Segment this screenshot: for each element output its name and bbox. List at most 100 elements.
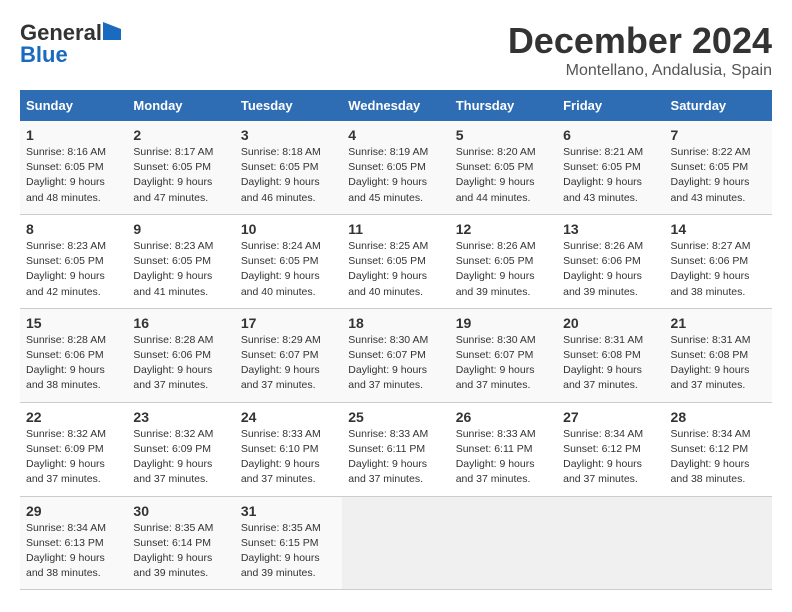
calendar-cell bbox=[342, 496, 449, 590]
calendar-title: December 2024 bbox=[508, 20, 772, 62]
calendar-cell: 19Sunrise: 8:30 AM Sunset: 6:07 PM Dayli… bbox=[450, 308, 557, 402]
day-number: 23 bbox=[133, 409, 228, 425]
day-number: 30 bbox=[133, 503, 228, 519]
day-number: 24 bbox=[241, 409, 336, 425]
header-monday: Monday bbox=[127, 90, 234, 121]
day-info: Sunrise: 8:16 AM Sunset: 6:05 PM Dayligh… bbox=[26, 145, 121, 206]
header-row: Sunday Monday Tuesday Wednesday Thursday… bbox=[20, 90, 772, 121]
calendar-cell: 2 Sunrise: 8:17 AM Sunset: 6:05 PM Daylig… bbox=[127, 121, 234, 214]
calendar-week-1: 1 Sunrise: 8:16 AM Sunset: 6:05 PM Daylig… bbox=[20, 121, 772, 214]
calendar-week-4: 22 Sunrise: 8:32 AM Sunset: 6:09 PM Dayli… bbox=[20, 402, 772, 496]
day-number: 3 bbox=[241, 127, 336, 143]
day-number: 25 bbox=[348, 409, 443, 425]
calendar-cell: 15 Sunrise: 8:28 AM Sunset: 6:06 PM Dayli… bbox=[20, 308, 127, 402]
day-number: 31 bbox=[241, 503, 336, 519]
calendar-cell: 22 Sunrise: 8:32 AM Sunset: 6:09 PM Dayli… bbox=[20, 402, 127, 496]
calendar-table: Sunday Monday Tuesday Wednesday Thursday… bbox=[20, 90, 772, 590]
calendar-cell bbox=[557, 496, 664, 590]
day-number: 21 bbox=[671, 315, 766, 331]
day-number: 29 bbox=[26, 503, 121, 519]
day-info: Sunrise: 8:30 AM Sunset: 6:07 PM Dayligh… bbox=[456, 333, 551, 394]
calendar-cell: 28 Sunrise: 8:34 AM Sunset: 6:12 PM Dayli… bbox=[665, 402, 772, 496]
calendar-cell: 11 Sunrise: 8:25 AM Sunset: 6:05 PM Dayli… bbox=[342, 214, 449, 308]
calendar-cell: 31 Sunrise: 8:35 AM Sunset: 6:15 PM Dayli… bbox=[235, 496, 342, 590]
calendar-cell: 21 Sunrise: 8:31 AM Sunset: 6:08 PM Dayli… bbox=[665, 308, 772, 402]
calendar-cell: 14Sunrise: 8:27 AM Sunset: 6:06 PM Dayli… bbox=[665, 214, 772, 308]
calendar-cell: 1 Sunrise: 8:16 AM Sunset: 6:05 PM Daylig… bbox=[20, 121, 127, 214]
day-info: Sunrise: 8:25 AM Sunset: 6:05 PM Dayligh… bbox=[348, 239, 443, 300]
logo: General Blue bbox=[20, 20, 121, 68]
calendar-cell: 13Sunrise: 8:26 AM Sunset: 6:06 PM Dayli… bbox=[557, 214, 664, 308]
header-thursday: Thursday bbox=[450, 90, 557, 121]
calendar-cell: 16Sunrise: 8:28 AM Sunset: 6:06 PM Dayli… bbox=[127, 308, 234, 402]
calendar-cell: 8 Sunrise: 8:23 AM Sunset: 6:05 PM Daylig… bbox=[20, 214, 127, 308]
calendar-week-3: 15 Sunrise: 8:28 AM Sunset: 6:06 PM Dayli… bbox=[20, 308, 772, 402]
calendar-cell: 27 Sunrise: 8:34 AM Sunset: 6:12 PM Dayli… bbox=[557, 402, 664, 496]
calendar-cell: 4 Sunrise: 8:19 AM Sunset: 6:05 PM Daylig… bbox=[342, 121, 449, 214]
day-info: Sunrise: 8:17 AM Sunset: 6:05 PM Dayligh… bbox=[133, 145, 228, 206]
day-info: Sunrise: 8:34 AM Sunset: 6:13 PM Dayligh… bbox=[26, 521, 121, 582]
day-info: Sunrise: 8:20 AM Sunset: 6:05 PM Dayligh… bbox=[456, 145, 551, 206]
header-sunday: Sunday bbox=[20, 90, 127, 121]
calendar-cell: 25 Sunrise: 8:33 AM Sunset: 6:11 PM Dayli… bbox=[342, 402, 449, 496]
day-number: 4 bbox=[348, 127, 443, 143]
day-info: Sunrise: 8:24 AM Sunset: 6:05 PM Dayligh… bbox=[241, 239, 336, 300]
day-info: Sunrise: 8:23 AM Sunset: 6:05 PM Dayligh… bbox=[26, 239, 121, 300]
day-info: Sunrise: 8:32 AM Sunset: 6:09 PM Dayligh… bbox=[26, 427, 121, 488]
day-number: 7 bbox=[671, 127, 766, 143]
calendar-cell: 18 Sunrise: 8:30 AM Sunset: 6:07 PM Dayli… bbox=[342, 308, 449, 402]
day-info: Sunrise: 8:28 AM Sunset: 6:06 PM Dayligh… bbox=[133, 333, 228, 394]
calendar-cell: 26Sunrise: 8:33 AM Sunset: 6:11 PM Dayli… bbox=[450, 402, 557, 496]
day-info: Sunrise: 8:21 AM Sunset: 6:05 PM Dayligh… bbox=[563, 145, 658, 206]
day-info: Sunrise: 8:22 AM Sunset: 6:05 PM Dayligh… bbox=[671, 145, 766, 206]
day-info: Sunrise: 8:33 AM Sunset: 6:10 PM Dayligh… bbox=[241, 427, 336, 488]
day-info: Sunrise: 8:29 AM Sunset: 6:07 PM Dayligh… bbox=[241, 333, 336, 394]
logo-blue: Blue bbox=[20, 42, 68, 68]
day-number: 2 bbox=[133, 127, 228, 143]
day-info: Sunrise: 8:26 AM Sunset: 6:05 PM Dayligh… bbox=[456, 239, 551, 300]
calendar-subtitle: Montellano, Andalusia, Spain bbox=[508, 62, 772, 80]
day-number: 28 bbox=[671, 409, 766, 425]
day-info: Sunrise: 8:26 AM Sunset: 6:06 PM Dayligh… bbox=[563, 239, 658, 300]
day-info: Sunrise: 8:27 AM Sunset: 6:06 PM Dayligh… bbox=[671, 239, 766, 300]
day-info: Sunrise: 8:35 AM Sunset: 6:15 PM Dayligh… bbox=[241, 521, 336, 582]
day-number: 12 bbox=[456, 221, 551, 237]
day-number: 1 bbox=[26, 127, 121, 143]
calendar-cell: 23 Sunrise: 8:32 AM Sunset: 6:09 PM Dayli… bbox=[127, 402, 234, 496]
page-header: General Blue December 2024 Montellano, A… bbox=[20, 20, 772, 80]
calendar-cell: 9Sunrise: 8:23 AM Sunset: 6:05 PM Daylig… bbox=[127, 214, 234, 308]
calendar-week-5: 29 Sunrise: 8:34 AM Sunset: 6:13 PM Dayli… bbox=[20, 496, 772, 590]
day-number: 17 bbox=[241, 315, 336, 331]
day-number: 20 bbox=[563, 315, 658, 331]
day-info: Sunrise: 8:33 AM Sunset: 6:11 PM Dayligh… bbox=[348, 427, 443, 488]
day-number: 26 bbox=[456, 409, 551, 425]
day-number: 27 bbox=[563, 409, 658, 425]
day-number: 11 bbox=[348, 221, 443, 237]
calendar-week-2: 8 Sunrise: 8:23 AM Sunset: 6:05 PM Daylig… bbox=[20, 214, 772, 308]
day-info: Sunrise: 8:34 AM Sunset: 6:12 PM Dayligh… bbox=[563, 427, 658, 488]
day-number: 5 bbox=[456, 127, 551, 143]
day-info: Sunrise: 8:30 AM Sunset: 6:07 PM Dayligh… bbox=[348, 333, 443, 394]
day-number: 8 bbox=[26, 221, 121, 237]
calendar-cell: 6 Sunrise: 8:21 AM Sunset: 6:05 PM Daylig… bbox=[557, 121, 664, 214]
day-number: 22 bbox=[26, 409, 121, 425]
day-info: Sunrise: 8:31 AM Sunset: 6:08 PM Dayligh… bbox=[563, 333, 658, 394]
day-number: 6 bbox=[563, 127, 658, 143]
day-info: Sunrise: 8:28 AM Sunset: 6:06 PM Dayligh… bbox=[26, 333, 121, 394]
calendar-cell bbox=[665, 496, 772, 590]
day-info: Sunrise: 8:32 AM Sunset: 6:09 PM Dayligh… bbox=[133, 427, 228, 488]
day-info: Sunrise: 8:34 AM Sunset: 6:12 PM Dayligh… bbox=[671, 427, 766, 488]
day-number: 9 bbox=[133, 221, 228, 237]
calendar-cell: 7 Sunrise: 8:22 AM Sunset: 6:05 PM Daylig… bbox=[665, 121, 772, 214]
day-info: Sunrise: 8:35 AM Sunset: 6:14 PM Dayligh… bbox=[133, 521, 228, 582]
calendar-cell: 3Sunrise: 8:18 AM Sunset: 6:05 PM Daylig… bbox=[235, 121, 342, 214]
day-info: Sunrise: 8:31 AM Sunset: 6:08 PM Dayligh… bbox=[671, 333, 766, 394]
day-number: 18 bbox=[348, 315, 443, 331]
day-number: 15 bbox=[26, 315, 121, 331]
calendar-cell: 24 Sunrise: 8:33 AM Sunset: 6:10 PM Dayli… bbox=[235, 402, 342, 496]
header-tuesday: Tuesday bbox=[235, 90, 342, 121]
calendar-cell bbox=[450, 496, 557, 590]
calendar-cell: 12 Sunrise: 8:26 AM Sunset: 6:05 PM Dayli… bbox=[450, 214, 557, 308]
day-info: Sunrise: 8:19 AM Sunset: 6:05 PM Dayligh… bbox=[348, 145, 443, 206]
calendar-cell: 17 Sunrise: 8:29 AM Sunset: 6:07 PM Dayli… bbox=[235, 308, 342, 402]
